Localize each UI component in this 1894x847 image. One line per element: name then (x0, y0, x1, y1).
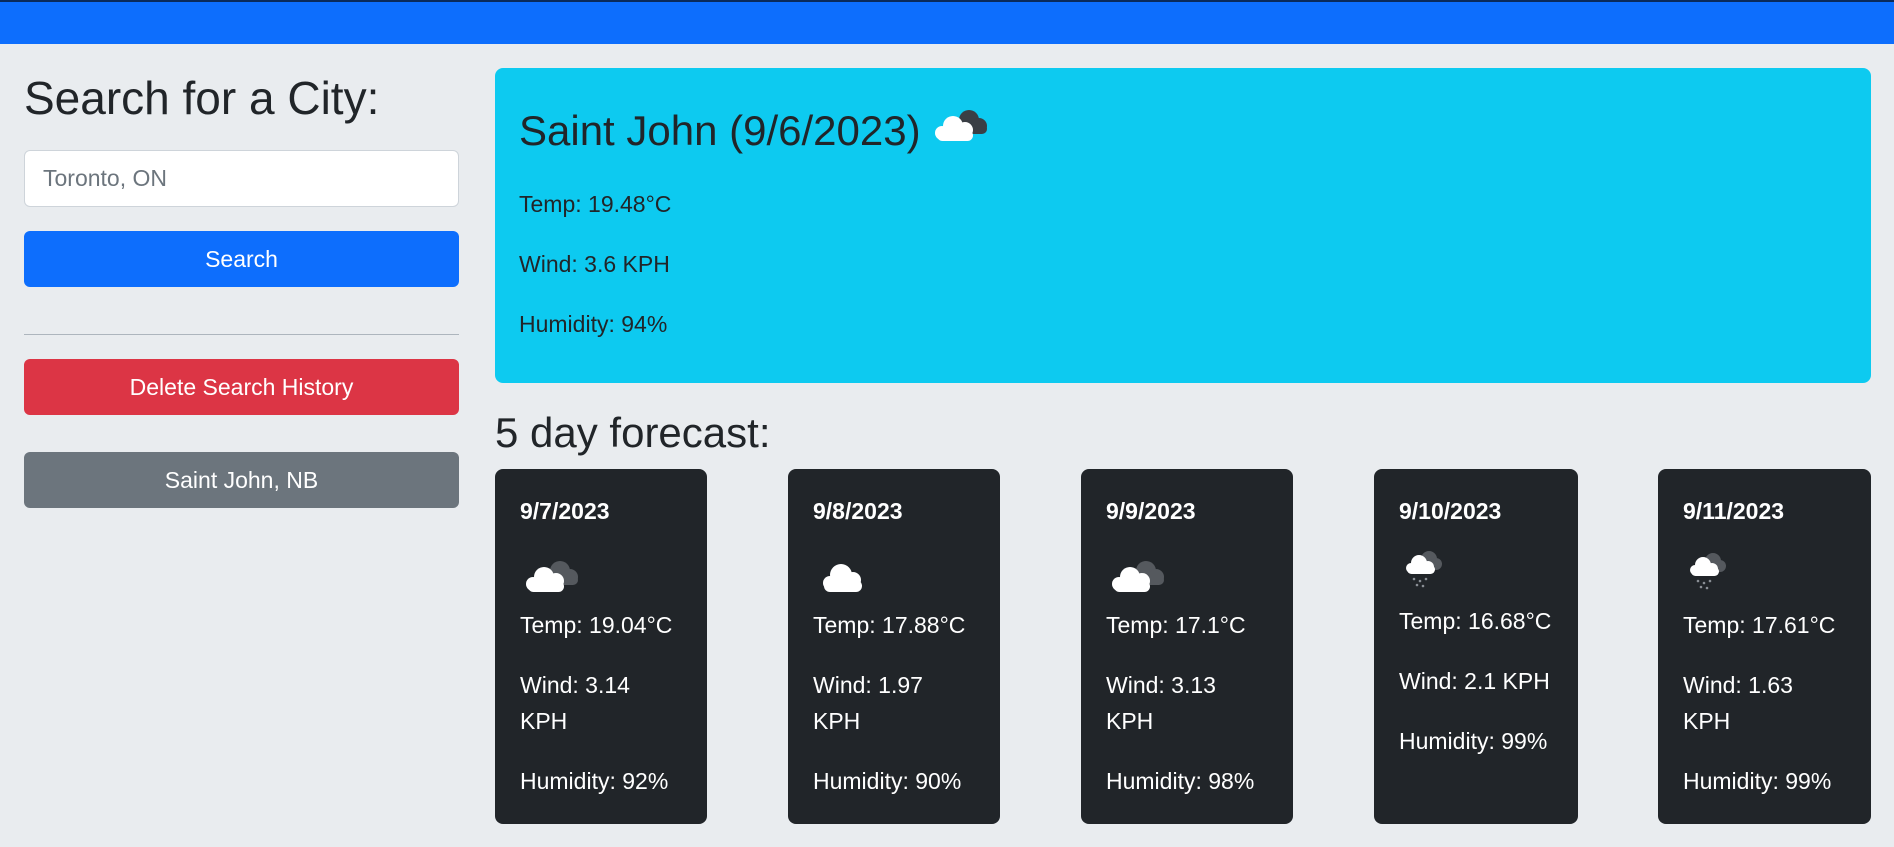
current-temp: Temp: 19.48°C (519, 191, 672, 217)
forecast-wind: Wind: 3.14 KPH (520, 672, 630, 734)
forecast-date: 9/11/2023 (1683, 498, 1785, 524)
forecast-wind: Wind: 2.1 KPH (1399, 668, 1550, 694)
forecast-temp: Temp: 17.61°C (1683, 612, 1836, 638)
sidebar-divider (24, 334, 459, 335)
current-city-date: Saint John (9/6/2023) (519, 107, 921, 154)
current-weather-panel: Saint John (9/6/2023) Temp: 19.48°C Wind… (495, 68, 1871, 383)
rain-icon (1399, 541, 1553, 603)
forecast-humidity: Humidity: 90% (813, 768, 962, 794)
forecast-humidity: Humidity: 92% (520, 768, 669, 794)
search-button[interactable]: Search (24, 231, 459, 287)
forecast-card: 9/9/2023 Temp: 17.1°C Wind: 3.13 KPH Hum… (1081, 469, 1293, 824)
forecast-humidity: Humidity: 99% (1399, 728, 1548, 754)
forecast-humidity: Humidity: 99% (1683, 768, 1832, 794)
forecast-temp: Temp: 16.68°C (1399, 608, 1552, 634)
forecast-wind: Wind: 3.13 KPH (1106, 672, 1216, 734)
current-weather-heading: Saint John (9/6/2023) (519, 100, 1847, 162)
history-item-button[interactable]: Saint John, NB (24, 452, 459, 508)
forecast-wind: Wind: 1.63 KPH (1683, 672, 1793, 734)
current-wind: Wind: 3.6 KPH (519, 251, 670, 277)
forecast-card: 9/8/2023 Temp: 17.88°C Wind: 1.97 KPH Hu… (788, 469, 1000, 824)
forecast-card: 9/7/2023 Temp: 19.04°C Wind: 3.14 KPH Hu… (495, 469, 707, 824)
forecast-date: 9/8/2023 (813, 498, 903, 524)
cloudy-icon (929, 100, 991, 162)
forecast-date: 9/10/2023 (1399, 498, 1502, 524)
search-title: Search for a City: (24, 72, 380, 124)
city-search-input[interactable] (24, 150, 459, 207)
forecast-date: 9/9/2023 (1106, 498, 1196, 524)
forecast-temp: Temp: 19.04°C (520, 612, 673, 638)
forecast-temp: Temp: 17.88°C (813, 612, 966, 638)
search-sidebar: Search for a City: Search Delete Search … (24, 68, 459, 508)
forecast-card: 9/11/2023 Temp: 17.61°C Wind: 1.63 KPH H… (1658, 469, 1871, 824)
forecast-wind: Wind: 1.97 KPH (813, 672, 923, 734)
forecast-temp: Temp: 17.1°C (1106, 612, 1246, 638)
cloudy-icon (1106, 541, 1268, 607)
forecast-title: 5 day forecast: (495, 409, 771, 456)
top-navbar (0, 0, 1894, 44)
delete-history-button[interactable]: Delete Search History (24, 359, 459, 415)
forecast-humidity: Humidity: 98% (1106, 768, 1255, 794)
current-humidity: Humidity: 94% (519, 311, 668, 337)
forecast-card: 9/10/2023 Temp: 16.68°C Wind: 2.1 KPH Hu… (1374, 469, 1578, 824)
forecast-date: 9/7/2023 (520, 498, 610, 524)
rain-icon (1683, 541, 1846, 607)
cloud-icon (813, 541, 975, 607)
cloudy-icon (520, 541, 682, 607)
